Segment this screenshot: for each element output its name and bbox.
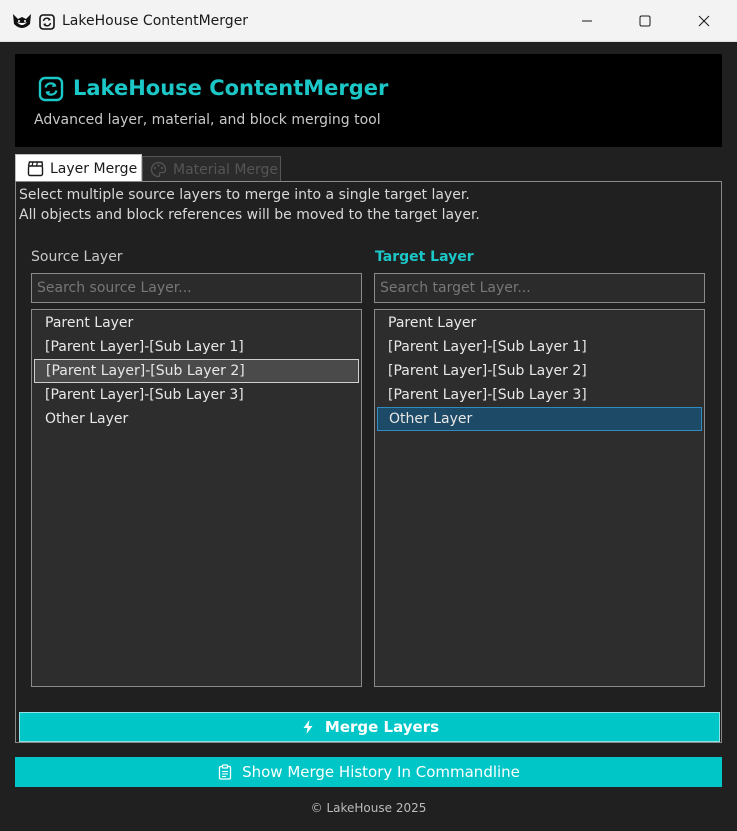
tab-layer-merge-label: Layer Merge	[50, 160, 138, 177]
maximize-button[interactable]	[616, 0, 674, 42]
sync-icon	[38, 76, 64, 102]
clapperboard-icon	[27, 161, 44, 177]
lightning-icon	[303, 720, 313, 734]
target-layer-label: Target Layer	[375, 249, 474, 265]
merge-layers-button[interactable]: Merge Layers	[19, 712, 720, 742]
merge-layers-label: Merge Layers	[324, 718, 440, 736]
window-title: LakeHouse ContentMerger	[62, 13, 249, 29]
instruction-line-1: Select multiple source layers to merge i…	[19, 187, 470, 203]
app-subtitle: Advanced layer, material, and block merg…	[34, 112, 381, 128]
maximize-icon	[639, 15, 651, 27]
tab-material-merge-label: Material Merge	[173, 161, 279, 178]
instruction-line-2: All objects and block references will be…	[19, 207, 480, 223]
cat-logo-icon	[13, 14, 31, 28]
close-button[interactable]	[675, 0, 733, 42]
source-search-input[interactable]	[31, 273, 362, 303]
list-item[interactable]: [Parent Layer]-[Sub Layer 2]	[377, 359, 702, 383]
clipboard-icon	[218, 764, 232, 780]
tab-layer-merge[interactable]: Layer Merge	[15, 154, 142, 182]
list-item-selected[interactable]: [Parent Layer]-[Sub Layer 2]	[34, 359, 359, 383]
show-merge-history-button[interactable]: Show Merge History In Commandline	[15, 757, 722, 787]
list-item[interactable]: Parent Layer	[34, 311, 359, 335]
app-title: LakeHouse ContentMerger	[73, 76, 389, 100]
target-search-input[interactable]	[374, 273, 705, 303]
list-item[interactable]: [Parent Layer]-[Sub Layer 1]	[377, 335, 702, 359]
minimize-button[interactable]	[558, 0, 616, 42]
target-layer-list[interactable]: Parent Layer [Parent Layer]-[Sub Layer 1…	[374, 309, 705, 687]
list-item[interactable]: [Parent Layer]-[Sub Layer 3]	[377, 383, 702, 407]
footer-copyright: © LakeHouse 2025	[310, 801, 427, 815]
list-item[interactable]: [Parent Layer]-[Sub Layer 3]	[34, 383, 359, 407]
sync-icon	[39, 14, 55, 30]
app-header: LakeHouse ContentMerger Advanced layer, …	[15, 54, 722, 147]
list-item[interactable]: Parent Layer	[377, 311, 702, 335]
list-item[interactable]: Other Layer	[34, 407, 359, 431]
source-layer-label: Source Layer	[31, 249, 123, 265]
minimize-icon	[582, 20, 592, 22]
palette-icon	[150, 161, 167, 178]
tab-material-merge[interactable]: Material Merge	[142, 156, 281, 182]
list-item[interactable]: [Parent Layer]-[Sub Layer 1]	[34, 335, 359, 359]
close-icon	[698, 15, 710, 27]
source-layer-list[interactable]: Parent Layer [Parent Layer]-[Sub Layer 1…	[31, 309, 362, 687]
show-merge-history-label: Show Merge History In Commandline	[242, 763, 520, 781]
list-item-selected[interactable]: Other Layer	[377, 407, 702, 431]
title-bar: LakeHouse ContentMerger	[0, 0, 737, 42]
